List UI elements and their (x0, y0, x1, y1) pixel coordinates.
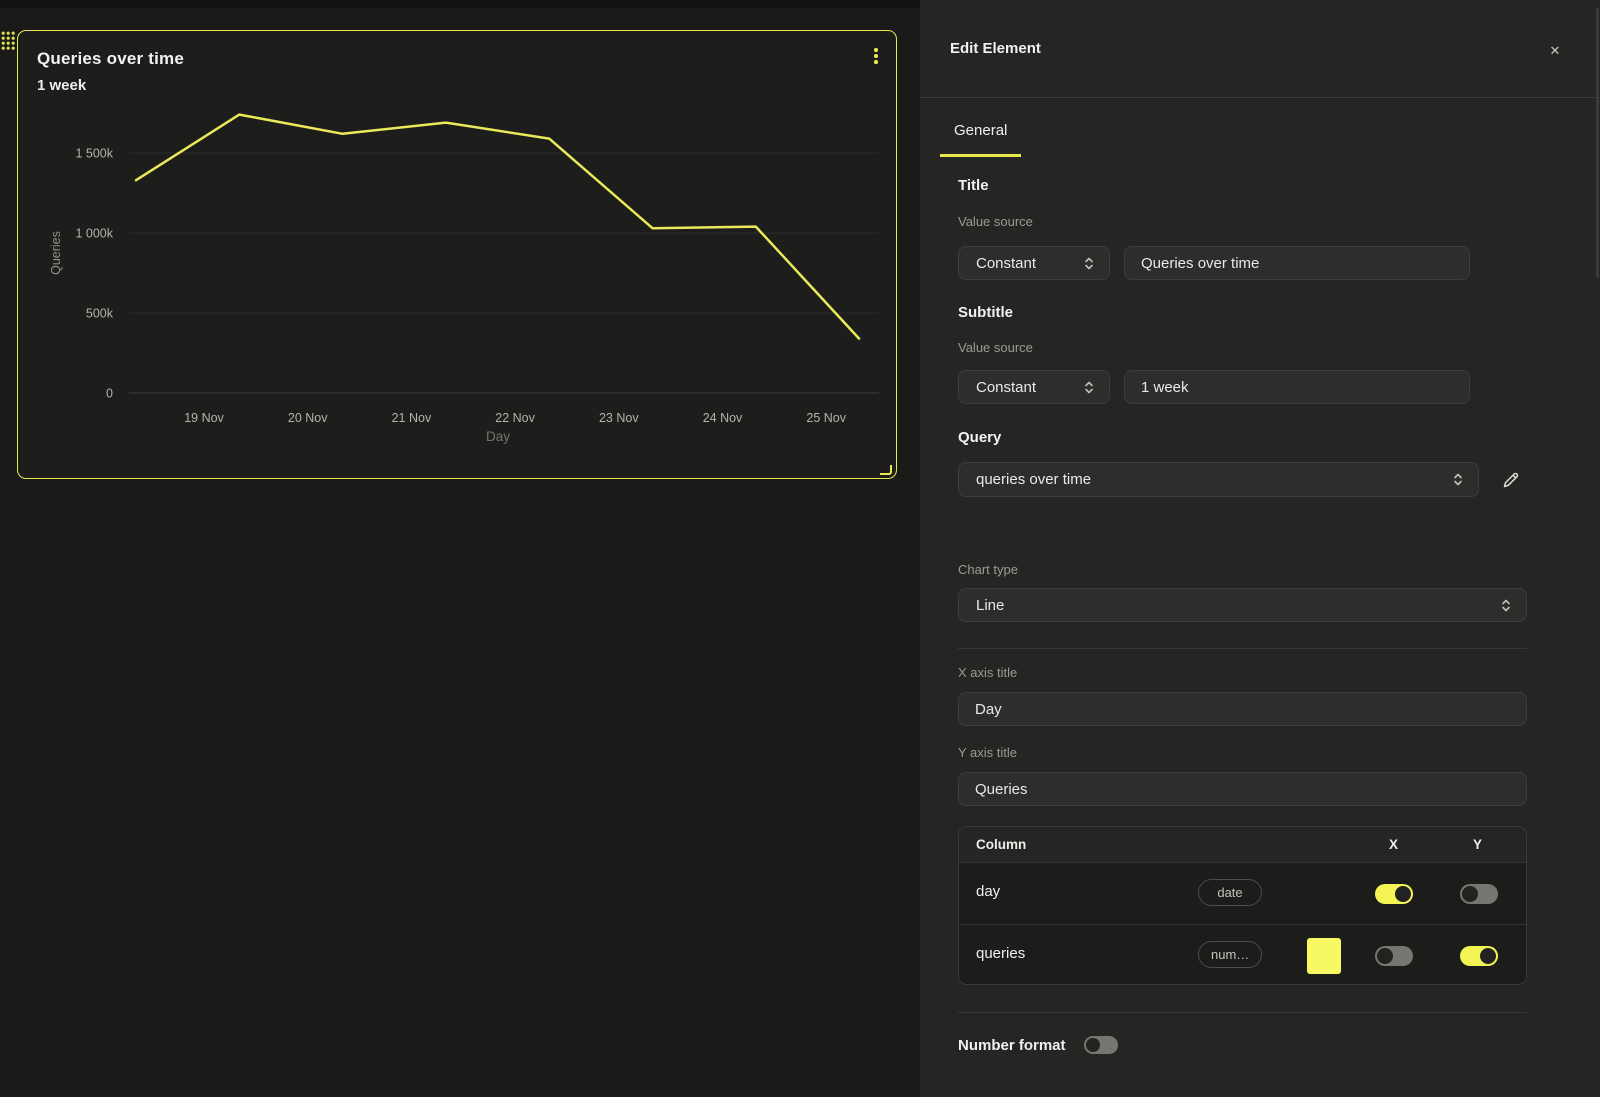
type-badge-number: num… (1198, 941, 1262, 968)
x-tick-label: 19 Nov (184, 411, 224, 425)
chart-type-select[interactable]: Line (958, 588, 1527, 622)
queries-y-toggle[interactable] (1460, 946, 1498, 966)
column-name: queries (976, 945, 1025, 962)
line-chart: 0 500k 1 000k 1 500k 19 Nov 20 Nov 21 Nov 22 No… (18, 31, 898, 480)
col-header-y: Y (1473, 837, 1482, 852)
query-heading: Query (958, 429, 1001, 446)
type-badge-date: date (1198, 879, 1262, 906)
subtitle-heading: Subtitle (958, 304, 1013, 321)
title-value-source-label: Value source (958, 214, 1033, 229)
card-menu-icon[interactable] (872, 46, 876, 68)
header-divider (920, 97, 1600, 98)
chart-type-label: Chart type (958, 562, 1018, 577)
y-tick-label: 500k (86, 307, 114, 321)
edit-query-pencil-icon[interactable] (1500, 469, 1522, 491)
x-axis-title-input[interactable] (958, 692, 1527, 726)
subtitle-source-select[interactable]: Constant (958, 370, 1110, 404)
close-icon[interactable]: ✕ (1542, 40, 1568, 62)
x-tick-label: 20 Nov (288, 411, 328, 425)
chevron-updown-icon (1082, 380, 1096, 395)
chevron-updown-icon (1499, 598, 1513, 613)
tab-general[interactable]: General (940, 112, 1021, 157)
tab-general-label: General (954, 122, 1007, 139)
x-tick-label: 23 Nov (599, 411, 639, 425)
chevron-updown-icon (1082, 256, 1096, 271)
subtitle-value-source-label: Value source (958, 340, 1033, 355)
subtitle-value-input[interactable] (1124, 370, 1470, 404)
col-header-column: Column (976, 837, 1026, 852)
y-axis-title-input[interactable] (958, 772, 1527, 806)
section-divider (958, 648, 1527, 649)
chart-type-value: Line (959, 597, 1499, 614)
x-tick-label: 21 Nov (392, 411, 432, 425)
query-value: queries over time (959, 471, 1451, 488)
x-axis-title: Day (486, 429, 510, 444)
chart-subtitle: 1 week (37, 77, 86, 94)
panel-title: Edit Element (950, 40, 1041, 57)
day-y-toggle[interactable] (1460, 884, 1498, 904)
number-format-label: Number format (958, 1037, 1066, 1054)
y-tick-label: 0 (106, 387, 113, 401)
x-tick-label: 22 Nov (495, 411, 535, 425)
y-axis-title: Queries (49, 231, 63, 275)
title-source-select[interactable]: Constant (958, 246, 1110, 280)
drag-handle-icon[interactable] (1, 31, 16, 51)
day-x-toggle[interactable] (1375, 884, 1413, 904)
table-row-day: day date (959, 862, 1526, 924)
chevron-updown-icon (1451, 472, 1465, 487)
column-name: day (976, 883, 1000, 900)
edit-element-panel: Edit Element ✕ General Title Value sourc… (920, 0, 1600, 1097)
title-heading: Title (958, 177, 989, 194)
number-format-row: Number format (958, 1036, 1118, 1054)
title-source-value: Constant (959, 255, 1082, 272)
column-table-header: Column X Y (959, 827, 1526, 862)
x-tick-label: 24 Nov (703, 411, 743, 425)
title-value-input[interactable] (1124, 246, 1470, 280)
y-tick-label: 1 500k (75, 147, 113, 161)
chart-card[interactable]: 0 500k 1 000k 1 500k 19 Nov 20 Nov 21 Nov 22 No… (17, 30, 897, 479)
column-table: Column X Y day date queries num… (958, 826, 1527, 985)
query-select[interactable]: queries over time (958, 462, 1479, 497)
resize-handle-icon[interactable] (880, 465, 892, 475)
y-tick-label: 1 000k (75, 227, 113, 241)
table-row-queries: queries num… (959, 924, 1526, 985)
y-axis-title-label: Y axis title (958, 745, 1017, 760)
x-axis-title-label: X axis title (958, 665, 1017, 680)
subtitle-source-value: Constant (959, 379, 1082, 396)
series-color-swatch[interactable] (1307, 938, 1341, 974)
data-line (136, 115, 859, 339)
col-header-x: X (1389, 837, 1398, 852)
section-divider (958, 1012, 1527, 1013)
x-tick-label: 25 Nov (806, 411, 846, 425)
queries-x-toggle[interactable] (1375, 946, 1413, 966)
number-format-toggle[interactable] (1084, 1036, 1118, 1054)
chart-title: Queries over time (37, 49, 184, 69)
scrollbar[interactable] (1596, 8, 1599, 278)
